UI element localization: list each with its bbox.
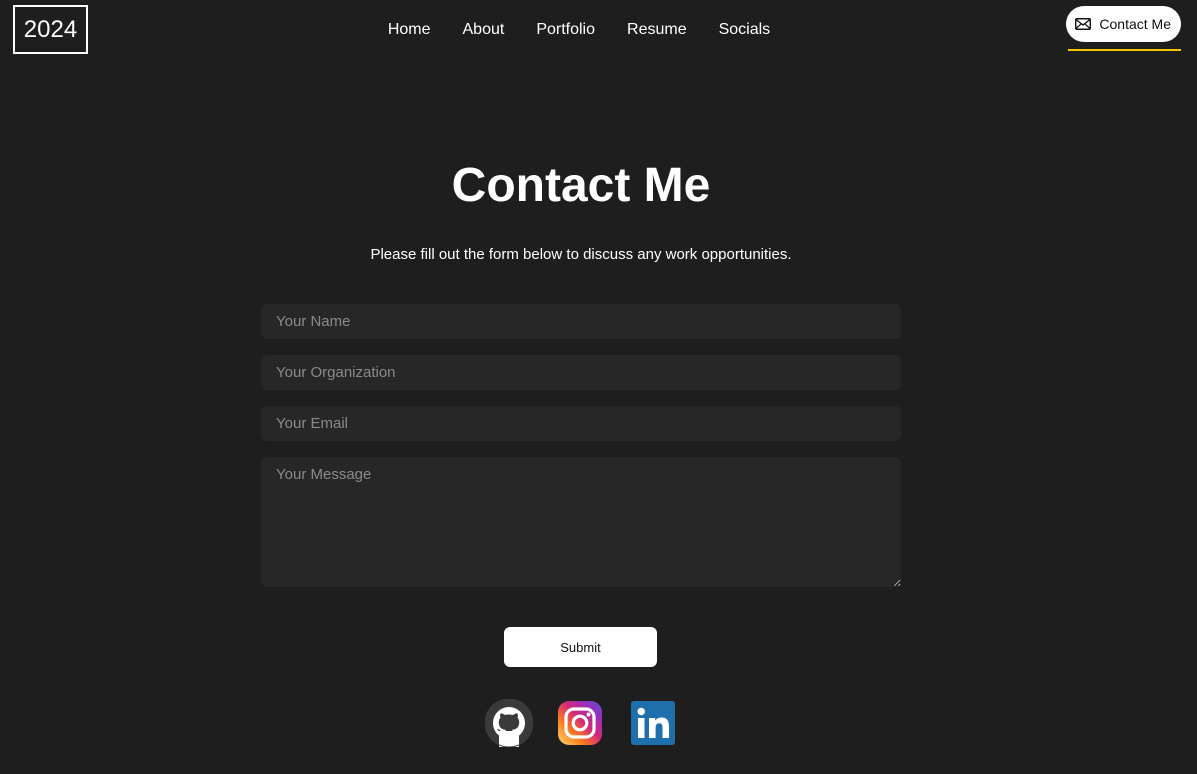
mail-icon [1075, 18, 1092, 30]
active-underline [1068, 49, 1181, 51]
name-input[interactable] [261, 304, 901, 339]
linkedin-icon [631, 701, 675, 745]
instagram-link[interactable] [557, 700, 603, 746]
nav-item-home[interactable]: Home [372, 20, 447, 40]
submit-button[interactable]: Submit [504, 627, 657, 667]
contact-me-button[interactable]: Contact Me [1066, 6, 1181, 42]
contact-page: 2024 Home About Portfolio Resume Socials… [0, 0, 1197, 774]
contact-me-label: Contact Me [1099, 16, 1171, 32]
github-icon [485, 699, 533, 747]
page-subtitle: Please fill out the form below to discus… [370, 246, 792, 263]
organization-input[interactable] [261, 355, 901, 390]
logo[interactable]: 2024 [13, 5, 88, 54]
nav-item-portfolio[interactable]: Portfolio [520, 20, 611, 40]
email-input[interactable] [261, 406, 901, 441]
nav-item-socials[interactable]: Socials [703, 20, 787, 40]
message-textarea[interactable] [261, 457, 901, 587]
github-link[interactable] [485, 699, 533, 747]
page-title: Contact Me [451, 159, 711, 212]
instagram-icon [557, 700, 603, 746]
linkedin-link[interactable] [631, 701, 675, 745]
nav-item-resume[interactable]: Resume [611, 20, 703, 40]
nav-item-about[interactable]: About [447, 20, 521, 40]
main-nav: Home About Portfolio Resume Socials [0, 20, 1197, 40]
